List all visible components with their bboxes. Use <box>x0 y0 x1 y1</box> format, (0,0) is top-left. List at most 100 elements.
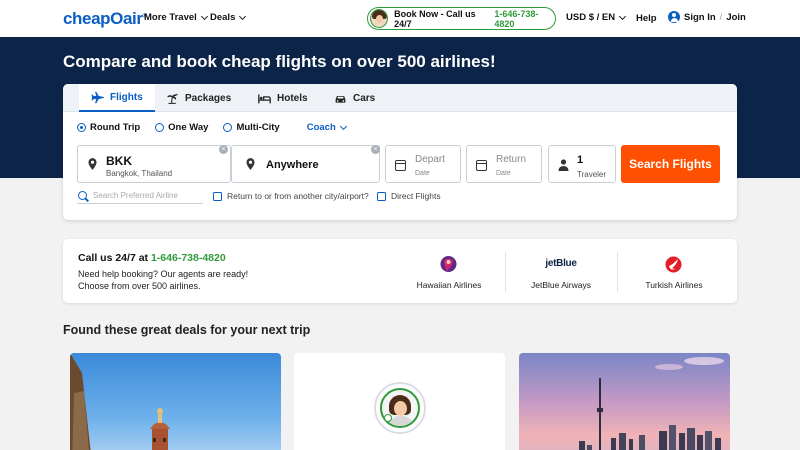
user-account-icon[interactable] <box>668 11 680 23</box>
agent-avatar-icon <box>370 9 389 28</box>
direct-flights-label: Direct Flights <box>391 191 441 201</box>
airplane-icon <box>91 91 104 103</box>
currency-language-selector[interactable]: USD $ / EN <box>566 12 627 23</box>
deal-card-3[interactable] <box>519 353 730 450</box>
one-way-radio[interactable]: One Way <box>155 122 208 133</box>
more-travel-label: More Travel <box>144 12 197 23</box>
flight-search-card: Flights Packages Hotels Cars Round Trip … <box>63 84 737 220</box>
tab-flights-label: Flights <box>110 91 143 103</box>
return-other-city-label: Return to or from another city/airport? <box>227 191 369 201</box>
sign-in-join: Sign In / Join <box>668 11 746 23</box>
tab-cars-label: Cars <box>353 92 376 104</box>
cabin-class-label: Coach <box>306 122 336 133</box>
book-now-phone: 1-646-738-4820 <box>494 8 539 29</box>
tab-cars[interactable]: Cars <box>334 84 375 112</box>
call-us-line-1: Need help booking? Our agents are ready! <box>78 269 249 279</box>
logo-text-o: O <box>110 9 123 28</box>
logo-text-cheap: cheap <box>63 9 111 28</box>
clear-destination-icon[interactable]: × <box>371 145 380 154</box>
airline-turkish[interactable]: Turkish Airlines <box>618 253 730 291</box>
cabin-class-dropdown[interactable]: Coach <box>306 122 347 133</box>
deals-menu[interactable]: Deals <box>210 12 247 23</box>
call-us-panel: Call us 24/7 at 1-646-738-4820 Need help… <box>63 239 737 303</box>
direct-flights-checkbox[interactable]: Direct Flights <box>377 191 441 201</box>
chevron-down-icon <box>339 122 347 130</box>
deal-card-agent[interactable] <box>294 353 505 450</box>
checkbox-unchecked-icon <box>377 191 386 201</box>
logo-text-air: air <box>122 9 143 28</box>
call-us-prefix: Call us 24/7 at <box>78 252 149 264</box>
jetblue-logo: jetBlue <box>545 258 577 269</box>
call-us-title: Call us 24/7 at 1-646-738-4820 <box>78 252 226 264</box>
agent-photo-frame <box>374 382 426 434</box>
one-way-label: One Way <box>168 122 209 133</box>
calendar-icon <box>395 160 406 171</box>
multi-city-label: Multi-City <box>236 122 280 133</box>
deal-card-1[interactable] <box>70 353 281 450</box>
depart-date-field[interactable]: Depart Date <box>385 145 461 183</box>
chevron-down-icon <box>239 12 247 20</box>
hero-title: Compare and book cheap flights on over 5… <box>63 52 496 71</box>
tab-hotels[interactable]: Hotels <box>258 84 308 112</box>
preferred-airline-input[interactable]: Search Preferred Airline <box>77 188 203 204</box>
currency-label: USD $ / EN <box>566 12 616 23</box>
person-icon <box>558 159 569 171</box>
deals-label: Deals <box>210 12 236 23</box>
turkish-airlines-logo <box>665 256 682 273</box>
cheapoair-logo[interactable]: cheapOair® <box>63 9 147 29</box>
book-now-call-button[interactable]: Book Now - Call us 24/7 1-646-738-4820 <box>367 7 556 30</box>
turkish-airlines-name: Turkish Airlines <box>645 280 703 290</box>
chevron-down-icon <box>619 12 627 20</box>
tab-flights[interactable]: Flights <box>79 84 155 112</box>
depart-sublabel: Date <box>415 170 430 177</box>
radio-unselected-icon <box>223 123 233 132</box>
trip-type-selector: Round Trip One Way Multi-City Coach <box>77 122 347 133</box>
top-navigation: cheapOair® More Travel Deals Book Now - … <box>0 0 800 37</box>
travelers-label: Traveler <box>577 170 607 179</box>
airline-hawaiian[interactable]: Hawaiian Airlines <box>393 253 505 291</box>
return-date-field[interactable]: Return Date <box>466 145 542 183</box>
round-trip-radio[interactable]: Round Trip <box>77 122 140 133</box>
more-travel-menu[interactable]: More Travel <box>144 12 208 23</box>
chevron-down-icon <box>200 12 208 20</box>
depart-label: Depart <box>415 154 446 165</box>
return-label: Return <box>496 154 527 165</box>
join-link[interactable]: Join <box>726 12 746 23</box>
help-link[interactable]: Help <box>636 13 657 24</box>
destination-field[interactable]: Anywhere × <box>231 145 380 183</box>
radio-selected-icon <box>77 123 86 132</box>
checkbox-unchecked-icon <box>213 191 222 201</box>
book-now-label: Book Now - Call us 24/7 <box>394 8 476 29</box>
airline-jetblue[interactable]: jetBlue JetBlue Airways <box>505 253 617 291</box>
deal-skyline-photo-icon <box>579 357 724 450</box>
jetblue-airways-name: JetBlue Airways <box>531 280 591 290</box>
location-pin-icon <box>88 158 97 170</box>
car-icon <box>335 95 346 103</box>
travelers-field[interactable]: 1 Traveler <box>548 145 616 183</box>
radio-unselected-icon <box>155 123 165 132</box>
calendar-icon <box>476 160 487 171</box>
return-sublabel: Date <box>496 170 511 177</box>
search-flights-button[interactable]: Search Flights <box>621 145 720 183</box>
deal-city-photo-icon <box>70 353 170 450</box>
origin-field[interactable]: BKK Bangkok, Thailand × <box>77 145 231 183</box>
origin-city: Bangkok, Thailand <box>106 169 173 178</box>
origin-code: BKK <box>106 154 132 168</box>
sign-in-link[interactable]: Sign In <box>684 12 716 23</box>
return-other-city-checkbox[interactable]: Return to or from another city/airport? <box>213 191 369 201</box>
product-tabs: Flights Packages Hotels Cars <box>63 84 737 112</box>
preferred-airline-placeholder: Search Preferred Airline <box>93 191 178 200</box>
hawaiian-airlines-name: Hawaiian Airlines <box>416 280 482 290</box>
multi-city-radio[interactable]: Multi-City <box>223 122 280 133</box>
palm-tree-plane-icon <box>167 93 179 104</box>
bed-icon <box>258 93 271 103</box>
tab-packages-label: Packages <box>185 92 232 104</box>
search-icon <box>78 191 87 200</box>
agent-photo-icon <box>380 388 420 428</box>
travelers-count: 1 <box>577 154 584 166</box>
phone-icon <box>384 414 392 422</box>
tab-packages[interactable]: Packages <box>166 84 231 112</box>
call-us-phone[interactable]: 1-646-738-4820 <box>151 252 226 264</box>
clear-origin-icon[interactable]: × <box>219 145 228 154</box>
location-pin-icon <box>246 158 255 170</box>
